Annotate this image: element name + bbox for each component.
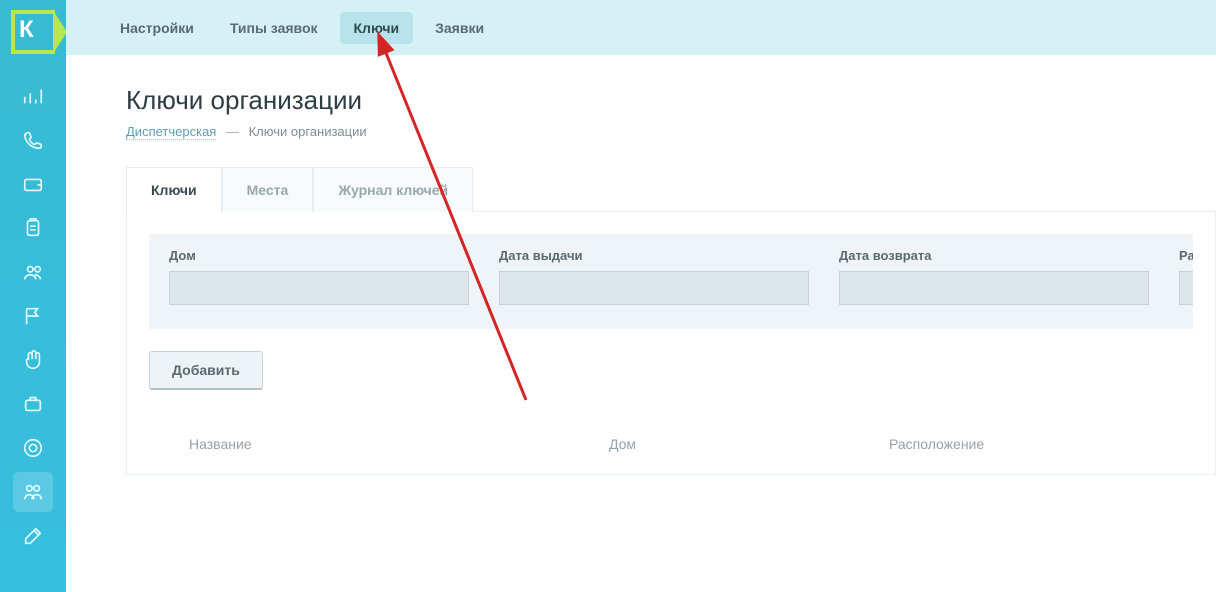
filter-location-label: Распол	[1179, 248, 1193, 263]
filter-return-label: Дата возврата	[839, 248, 1149, 263]
add-button[interactable]: Добавить	[149, 351, 263, 390]
filter-issue-label: Дата выдачи	[499, 248, 809, 263]
wallet-icon[interactable]	[13, 164, 53, 204]
tab-panel: Дом Дата выдачи Дата возврата Распол Люб…	[126, 211, 1216, 475]
tab-bar: Ключи Места Журнал ключей	[126, 167, 1216, 212]
breadcrumb-current: Ключи организации	[249, 124, 367, 139]
analytics-icon[interactable]	[13, 76, 53, 116]
group-icon[interactable]	[13, 472, 53, 512]
briefcase-icon[interactable]	[13, 384, 53, 424]
nav-requests[interactable]: Заявки	[421, 12, 498, 44]
nav-keys[interactable]: Ключи	[340, 12, 414, 44]
nav-req-types[interactable]: Типы заявок	[216, 12, 332, 44]
col-location: Расположение	[889, 436, 1149, 452]
coin-icon[interactable]	[13, 428, 53, 468]
tab-places[interactable]: Места	[222, 167, 314, 212]
filter-issue-date: Дата выдачи	[499, 248, 809, 305]
breadcrumb-link[interactable]: Диспетчерская	[126, 124, 216, 140]
people-icon[interactable]	[13, 252, 53, 292]
col-name: Название	[189, 436, 609, 452]
edit-icon[interactable]	[13, 516, 53, 556]
filter-return-date: Дата возврата	[839, 248, 1149, 305]
clipboard-icon[interactable]	[13, 208, 53, 248]
breadcrumb: Диспетчерская — Ключи организации	[126, 124, 1216, 139]
col-house: Дом	[609, 436, 889, 452]
page-title: Ключи организации	[126, 85, 1216, 116]
nav-settings[interactable]: Настройки	[106, 12, 208, 44]
tab-keys[interactable]: Ключи	[126, 167, 222, 212]
top-nav: Настройки Типы заявок Ключи Заявки	[66, 0, 1216, 55]
hand-icon[interactable]	[13, 340, 53, 380]
filter-house-input[interactable]	[169, 271, 469, 305]
filter-location-select[interactable]: Любое	[1179, 271, 1193, 305]
phone-icon[interactable]	[13, 120, 53, 160]
filter-house-label: Дом	[169, 248, 469, 263]
app-logo	[11, 10, 55, 54]
filter-return-input[interactable]	[839, 271, 1149, 305]
left-sidebar	[0, 0, 66, 592]
filter-location: Распол Любое	[1179, 248, 1193, 305]
filter-row: Дом Дата выдачи Дата возврата Распол Люб…	[149, 234, 1193, 329]
filter-issue-input[interactable]	[499, 271, 809, 305]
flag-icon[interactable]	[13, 296, 53, 336]
breadcrumb-separator: —	[226, 124, 239, 139]
tab-journal[interactable]: Журнал ключей	[313, 167, 473, 212]
table-header: Название Дом Расположение	[149, 436, 1193, 452]
filter-house: Дом	[169, 248, 469, 305]
page-content: Ключи организации Диспетчерская — Ключи …	[66, 55, 1216, 592]
